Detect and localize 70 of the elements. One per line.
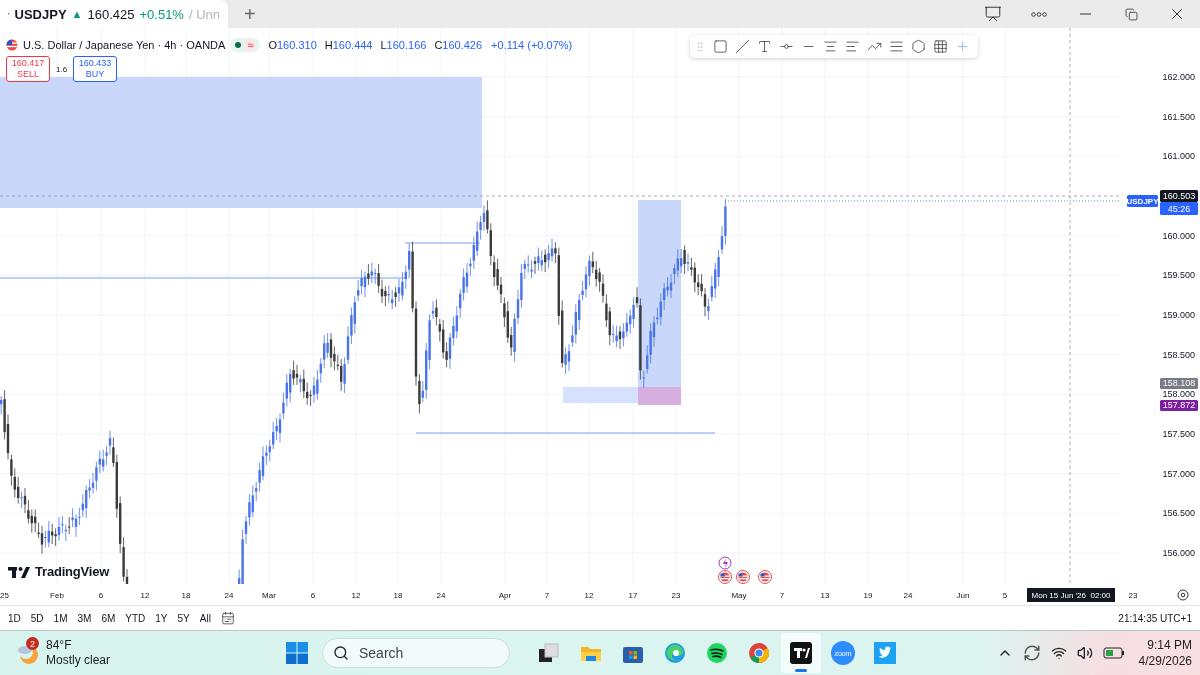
date-label: 7 (544, 591, 550, 600)
date-label: Mar (262, 591, 276, 600)
date-label: 6 (98, 591, 104, 600)
date-label: 5 (1002, 591, 1008, 600)
buy-button[interactable]: 160.433 BUY (73, 56, 118, 82)
ohlc-value: H160.444 (323, 39, 373, 51)
date-label: Jun (956, 591, 970, 600)
date-label: 24 (903, 591, 913, 600)
range-button[interactable]: 3M (77, 612, 92, 624)
clock-text: 21:14:35 UTC+1 (1118, 612, 1192, 624)
price-tag: 45:26 (1160, 202, 1198, 215)
ohlc-value: C160.426 (433, 39, 483, 51)
price-label: 157.000 (1162, 468, 1195, 479)
new-tab-button[interactable]: + (234, 0, 266, 28)
date-label: 12 (351, 591, 361, 600)
time-text: 9:14 PM (1147, 637, 1192, 653)
range-button[interactable]: 1Y (155, 612, 168, 624)
date-label: 17 (628, 591, 638, 600)
date-label: Feb (50, 591, 64, 600)
date-label: 7 (779, 591, 785, 600)
date-label: 12 (140, 591, 150, 600)
date-label: 18 (181, 591, 191, 600)
notification-badge: 2 (26, 637, 39, 650)
price-label: 159.500 (1162, 270, 1195, 281)
date-label: 18 (393, 591, 403, 600)
price-tag: 160.503 (1160, 190, 1198, 202)
sell-button[interactable]: 160.417 SELL (6, 56, 50, 82)
date-label: 13 (820, 591, 830, 600)
search-field[interactable]: Search (322, 638, 510, 668)
price-label: 158.000 (1162, 389, 1195, 400)
crosshair-date-label: Mon 15 Jun '26 02:00 (1027, 588, 1115, 602)
temperature-text: 84°F (46, 638, 73, 653)
date-label: May (731, 591, 747, 600)
date-label: 12 (584, 591, 594, 600)
range-button[interactable]: All (199, 612, 211, 624)
price-label: 157.500 (1162, 429, 1195, 439)
date-label: 24 (224, 591, 234, 600)
range-button[interactable]: 5Y (177, 612, 190, 624)
date-label: 19 (863, 591, 873, 600)
ohlc-value: L160.166 (379, 39, 427, 51)
price-tag: 158.108 (1160, 378, 1198, 389)
price-label: 162.000 (1162, 72, 1195, 82)
date-text: 4/29/2026 (1138, 653, 1192, 669)
date-label: Apr (498, 591, 512, 600)
price-tag: USDJPY (1126, 195, 1159, 207)
date-label: 24 (436, 591, 446, 600)
price-label: 158.500 (1162, 349, 1195, 360)
range-button[interactable]: 1M (53, 612, 68, 624)
range-button[interactable]: YTD (125, 612, 146, 624)
price-label: 161.000 (1162, 151, 1195, 162)
change-value: +0.114 (+0.07%) (491, 39, 573, 51)
price-label: 161.500 (1162, 111, 1195, 122)
price-label: 160.000 (1162, 230, 1195, 241)
chart-tab[interactable]: USDJPY ▲ 160.425 +0.51% / Unn (0, 0, 228, 28)
price-tag: 157.872 (1160, 400, 1198, 411)
date-label: 23 (1128, 591, 1138, 600)
range-button[interactable]: 6M (101, 612, 116, 624)
date-label: 23 (671, 591, 681, 600)
date-label: 6 (310, 591, 316, 600)
price-label: 156.000 (1162, 548, 1195, 558)
price-label: 156.500 (1162, 508, 1195, 519)
range-button[interactable]: 1D (8, 612, 21, 624)
range-button[interactable]: 5D (30, 612, 44, 624)
ohlc-value: O160.310 (267, 39, 317, 51)
logo-text: TradingView (35, 564, 110, 579)
weather-text: Mostly clear (46, 653, 110, 668)
spread-value: 1.6 (56, 64, 68, 74)
date-label: 25 (0, 591, 9, 600)
price-label: 159.000 (1162, 310, 1195, 320)
symbol-title: U.S. Dollar / Japanese Yen · 4h · OANDA (23, 39, 226, 51)
